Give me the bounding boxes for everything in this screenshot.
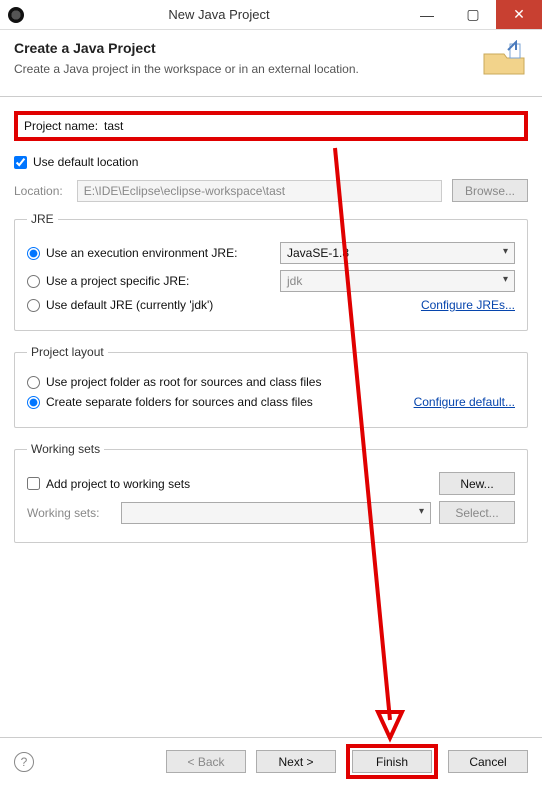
project-name-row: Project name: [14, 111, 528, 141]
project-layout-legend: Project layout [27, 345, 108, 359]
use-default-location-checkbox[interactable] [14, 156, 27, 169]
layout-root-label: Use project folder as root for sources a… [46, 375, 321, 389]
jre-default-row: Use default JRE (currently 'jdk') Config… [27, 298, 515, 312]
jre-legend: JRE [27, 212, 58, 226]
header-subtitle: Create a Java project in the workspace o… [14, 62, 359, 76]
minimize-button[interactable]: — [404, 0, 450, 29]
project-name-input[interactable] [104, 119, 518, 133]
jre-exec-env-row: Use an execution environment JRE: JavaSE… [27, 242, 515, 264]
layout-root-radio[interactable] [27, 376, 40, 389]
jre-exec-env-label: Use an execution environment JRE: [46, 246, 266, 260]
jre-default-radio[interactable] [27, 299, 40, 312]
jre-project-specific-label: Use a project specific JRE: [46, 274, 266, 288]
jre-project-specific-radio[interactable] [27, 275, 40, 288]
wizard-body: Project name: Use default location Locat… [0, 97, 542, 543]
use-default-location-label: Use default location [33, 155, 138, 169]
working-sets-select-button[interactable]: Select... [439, 501, 515, 524]
header-title: Create a Java Project [14, 40, 359, 56]
close-button[interactable]: ✕ [496, 0, 542, 29]
working-sets-legend: Working sets [27, 442, 104, 456]
jre-project-specific-row: Use a project specific JRE: jdk [27, 270, 515, 292]
jre-project-specific-select: jdk [280, 270, 515, 292]
working-sets-group: Working sets Add project to working sets… [14, 442, 528, 543]
working-sets-select-row: Working sets: Select... [27, 501, 515, 524]
layout-separate-label: Create separate folders for sources and … [46, 395, 313, 409]
working-sets-select [121, 502, 431, 524]
next-button[interactable]: Next > [256, 750, 336, 773]
cancel-button[interactable]: Cancel [448, 750, 528, 773]
working-sets-add-row: Add project to working sets New... [27, 472, 515, 495]
layout-root-row: Use project folder as root for sources a… [27, 375, 515, 389]
default-location-row: Use default location [14, 155, 528, 169]
help-icon[interactable]: ? [14, 752, 34, 772]
jre-exec-env-radio[interactable] [27, 247, 40, 260]
jre-exec-env-select[interactable]: JavaSE-1.8 [280, 242, 515, 264]
wizard-header: Create a Java Project Create a Java proj… [0, 30, 542, 97]
finish-button[interactable]: Finish [352, 750, 432, 773]
titlebar: New Java Project — ▢ ✕ [0, 0, 542, 30]
project-name-label: Project name: [24, 119, 98, 133]
browse-button[interactable]: Browse... [452, 179, 528, 202]
add-to-working-sets-label: Add project to working sets [46, 477, 190, 491]
java-project-icon [480, 40, 528, 84]
working-sets-new-button[interactable]: New... [439, 472, 515, 495]
wizard-footer: ? < Back Next > Finish Cancel [0, 737, 542, 785]
maximize-button[interactable]: ▢ [450, 0, 496, 29]
configure-default-link[interactable]: Configure default... [414, 395, 515, 409]
back-button[interactable]: < Back [166, 750, 246, 773]
location-input [77, 180, 442, 202]
layout-separate-row: Create separate folders for sources and … [27, 395, 515, 409]
working-sets-label: Working sets: [27, 506, 99, 520]
finish-highlight: Finish [346, 744, 438, 779]
add-to-working-sets-checkbox[interactable] [27, 477, 40, 490]
configure-jres-link[interactable]: Configure JREs... [421, 298, 515, 312]
jre-group: JRE Use an execution environment JRE: Ja… [14, 212, 528, 331]
location-label: Location: [14, 184, 63, 198]
jre-default-label: Use default JRE (currently 'jdk') [46, 298, 213, 312]
location-row: Location: Browse... [14, 179, 528, 202]
window-title: New Java Project [34, 7, 404, 22]
layout-separate-radio[interactable] [27, 396, 40, 409]
window-controls: — ▢ ✕ [404, 0, 542, 29]
eclipse-icon [8, 7, 24, 23]
project-layout-group: Project layout Use project folder as roo… [14, 345, 528, 428]
